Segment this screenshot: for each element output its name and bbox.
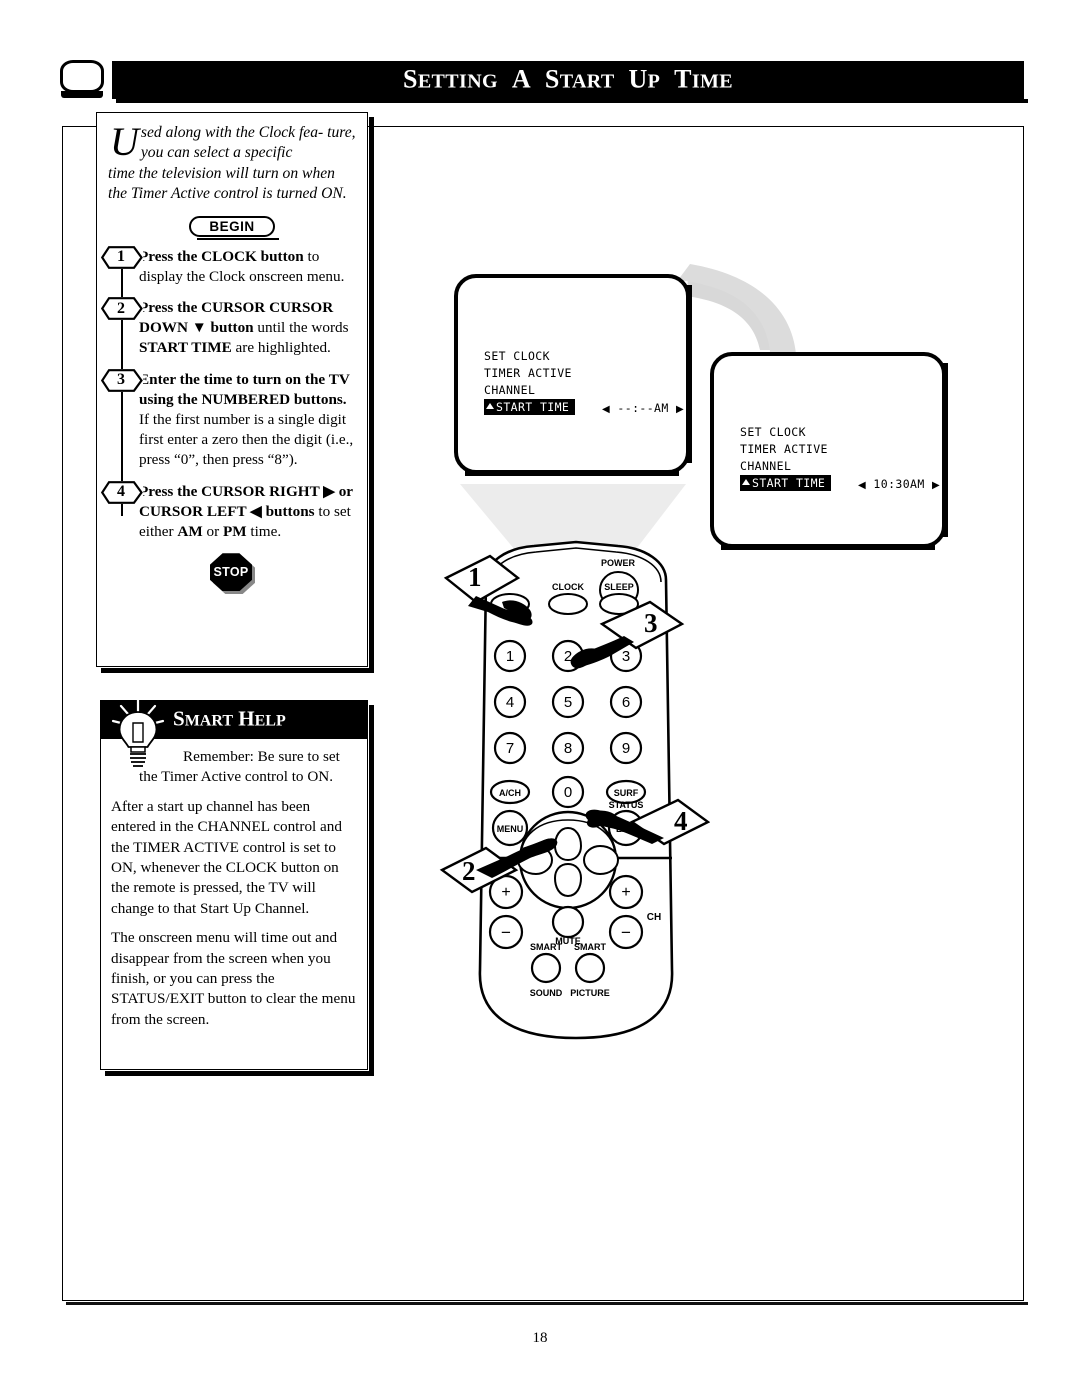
step-3: 3 Enter the time to turn on the TV using… <box>101 368 356 471</box>
osd-value-1: --:--AM <box>617 401 669 415</box>
step-3-bold: Enter the time to turn on the TV using t… <box>139 370 350 408</box>
svg-text:8: 8 <box>564 740 572 757</box>
svg-text:SLEEP: SLEEP <box>604 582 634 592</box>
up-caret-icon-2 <box>742 479 750 485</box>
intro-line-3: time the television will turn on <box>108 164 299 182</box>
intro-paragraph: U sed along with the Clock fea- ture, yo… <box>108 119 356 205</box>
step-4-rest2: or <box>202 523 223 541</box>
osd2-item-channel: CHANNEL <box>740 459 792 473</box>
osd-item-channel: CHANNEL <box>484 383 536 397</box>
callout-4-number: 4 <box>674 806 688 836</box>
stop-badge-label: STOP <box>213 565 249 580</box>
osd-highlighted-start-time-1: START TIME <box>484 399 576 415</box>
intro-dropcap: U <box>110 119 139 164</box>
step-text-1: Press the CLOCK button to display the Cl… <box>139 247 356 287</box>
up-caret-icon <box>486 403 494 409</box>
osd2-item-set-clock: SET CLOCK <box>740 425 806 439</box>
smart-help-body: Remember: Be sure to set the Timer Activ… <box>101 739 367 1030</box>
osd-item-start-time-row-2: START TIME ◀ 10:30AM ▶ <box>740 475 940 492</box>
callout-1-number: 1 <box>468 562 482 592</box>
smart-help-paragraph-2: After a start up channel has been entere… <box>111 797 342 917</box>
osd-item-start-time-row-1: START TIME ◀ --:--AM ▶ <box>484 399 684 416</box>
smart-help-paragraph-3: The onscreen menu will time out and disa… <box>111 929 356 1028</box>
manual-page: SETTING A START UP TIME U sed along with… <box>0 0 1080 1397</box>
step-number-diamond-3: 3 <box>101 368 143 392</box>
step-1: 1 Press the CLOCK button to display the … <box>101 245 356 287</box>
step-number-diamond-1: 1 <box>101 245 143 269</box>
page-title: SETTING A START UP TIME <box>402 64 734 94</box>
callout-3-number: 3 <box>644 608 658 638</box>
osd-value-group-1: ◀ --:--AM ▶ <box>602 400 684 418</box>
svg-text:CH: CH <box>647 912 661 923</box>
stop-badge: STOP <box>210 553 255 595</box>
svg-text:PICTURE: PICTURE <box>570 988 610 998</box>
intro-line-1: sed along with the Clock fea- <box>140 124 324 141</box>
step-2-rest2: are highlighted. <box>231 339 331 357</box>
step-number-4: 4 <box>117 483 125 501</box>
osd-value-group-2: ◀ 10:30AM ▶ <box>858 476 940 494</box>
step-4-bold-mid2: PM <box>222 523 247 541</box>
svg-text:−: − <box>621 923 631 942</box>
step-number-diamond-2: 2 <box>101 297 143 321</box>
begin-badge: BEGIN <box>189 215 279 240</box>
osd-item-set-clock: SET CLOCK <box>484 349 550 363</box>
svg-text:0: 0 <box>564 784 572 801</box>
step-text-2: Press the CURSOR CURSOR DOWN ▼ button un… <box>139 298 356 359</box>
callout-3: 3 <box>558 598 688 703</box>
step-4: 4 Press the CURSOR RIGHT ▶ or CURSOR LEF… <box>101 480 356 543</box>
page-number: 18 <box>532 1330 548 1346</box>
step-text-4: Press the CURSOR RIGHT ▶ or CURSOR LEFT … <box>139 482 356 543</box>
svg-text:1: 1 <box>506 648 514 665</box>
osd-menu-1: SET CLOCK TIMER ACTIVE CHANNEL START TIM… <box>484 348 684 416</box>
step-4-bold-mid: AM <box>177 523 203 541</box>
step-1-bold: Press the CLOCK button <box>139 247 304 265</box>
step-number-2: 2 <box>117 299 125 317</box>
osd2-item-timer-active: TIMER ACTIVE <box>740 442 828 456</box>
svg-text:−: − <box>501 923 511 942</box>
left-arrow-icon-2: ◀ <box>858 480 867 491</box>
callout-4: 4 <box>580 780 711 885</box>
step-2-bold-mid: START TIME <box>139 339 232 357</box>
callout-1: 1 <box>442 550 562 645</box>
smart-help-title: SMART HELP <box>173 706 286 731</box>
lightbulb-icon <box>107 697 179 771</box>
osd-item-timer-active: TIMER ACTIVE <box>484 366 572 380</box>
svg-text:9: 9 <box>622 740 630 757</box>
svg-text:+: + <box>621 884 630 901</box>
right-arrow-icon: ▶ <box>676 404 685 415</box>
osd-value-2: 10:30AM <box>873 477 925 491</box>
step-number-1: 1 <box>117 248 125 266</box>
tv-screen-menu-2: SET CLOCK TIMER ACTIVE CHANNEL START TIM… <box>710 352 948 550</box>
svg-text:7: 7 <box>506 740 514 757</box>
step-2: 2 Press the CURSOR CURSOR DOWN ▼ button … <box>101 297 356 359</box>
callout-2: 2 <box>438 820 568 915</box>
television-icon <box>60 60 104 100</box>
intro-line-5: turned ON. <box>276 185 347 203</box>
step-number-diamond-4: 4 <box>101 480 143 504</box>
step-text-3: Enter the time to turn on the TV using t… <box>139 370 356 471</box>
svg-text:A/CH: A/CH <box>499 788 521 798</box>
svg-text:SMART: SMART <box>530 942 562 952</box>
step-2-rest: until the words <box>253 319 349 337</box>
right-arrow-icon-2: ▶ <box>932 480 941 491</box>
page-title-bar: SETTING A START UP TIME <box>112 61 1028 103</box>
steps-list: 1 Press the CLOCK button to display the … <box>101 245 356 543</box>
svg-text:SOUND: SOUND <box>530 988 563 998</box>
step-3-rest: If the first number is a single digit fi… <box>139 411 354 469</box>
illustration-area: SET CLOCK TIMER ACTIVE CHANNEL START TIM… <box>438 250 1000 1070</box>
instructions-panel: U sed along with the Clock fea- ture, yo… <box>96 112 374 673</box>
step-4-rest3: time. <box>246 523 282 541</box>
left-arrow-icon: ◀ <box>602 404 611 415</box>
smart-help-panel: SMART HELP Remember: Be sure to set the … <box>100 697 374 1076</box>
osd-menu-2: SET CLOCK TIMER ACTIVE CHANNEL START TIM… <box>740 424 940 492</box>
svg-text:4: 4 <box>506 694 514 711</box>
callout-2-number: 2 <box>462 856 476 886</box>
osd-highlighted-start-time-2: START TIME <box>740 475 832 491</box>
tv-screen-menu-1: SET CLOCK TIMER ACTIVE CHANNEL START TIM… <box>454 274 692 476</box>
svg-text:POWER: POWER <box>601 558 636 568</box>
svg-text:SMART: SMART <box>574 942 606 952</box>
step-number-3: 3 <box>117 371 125 389</box>
